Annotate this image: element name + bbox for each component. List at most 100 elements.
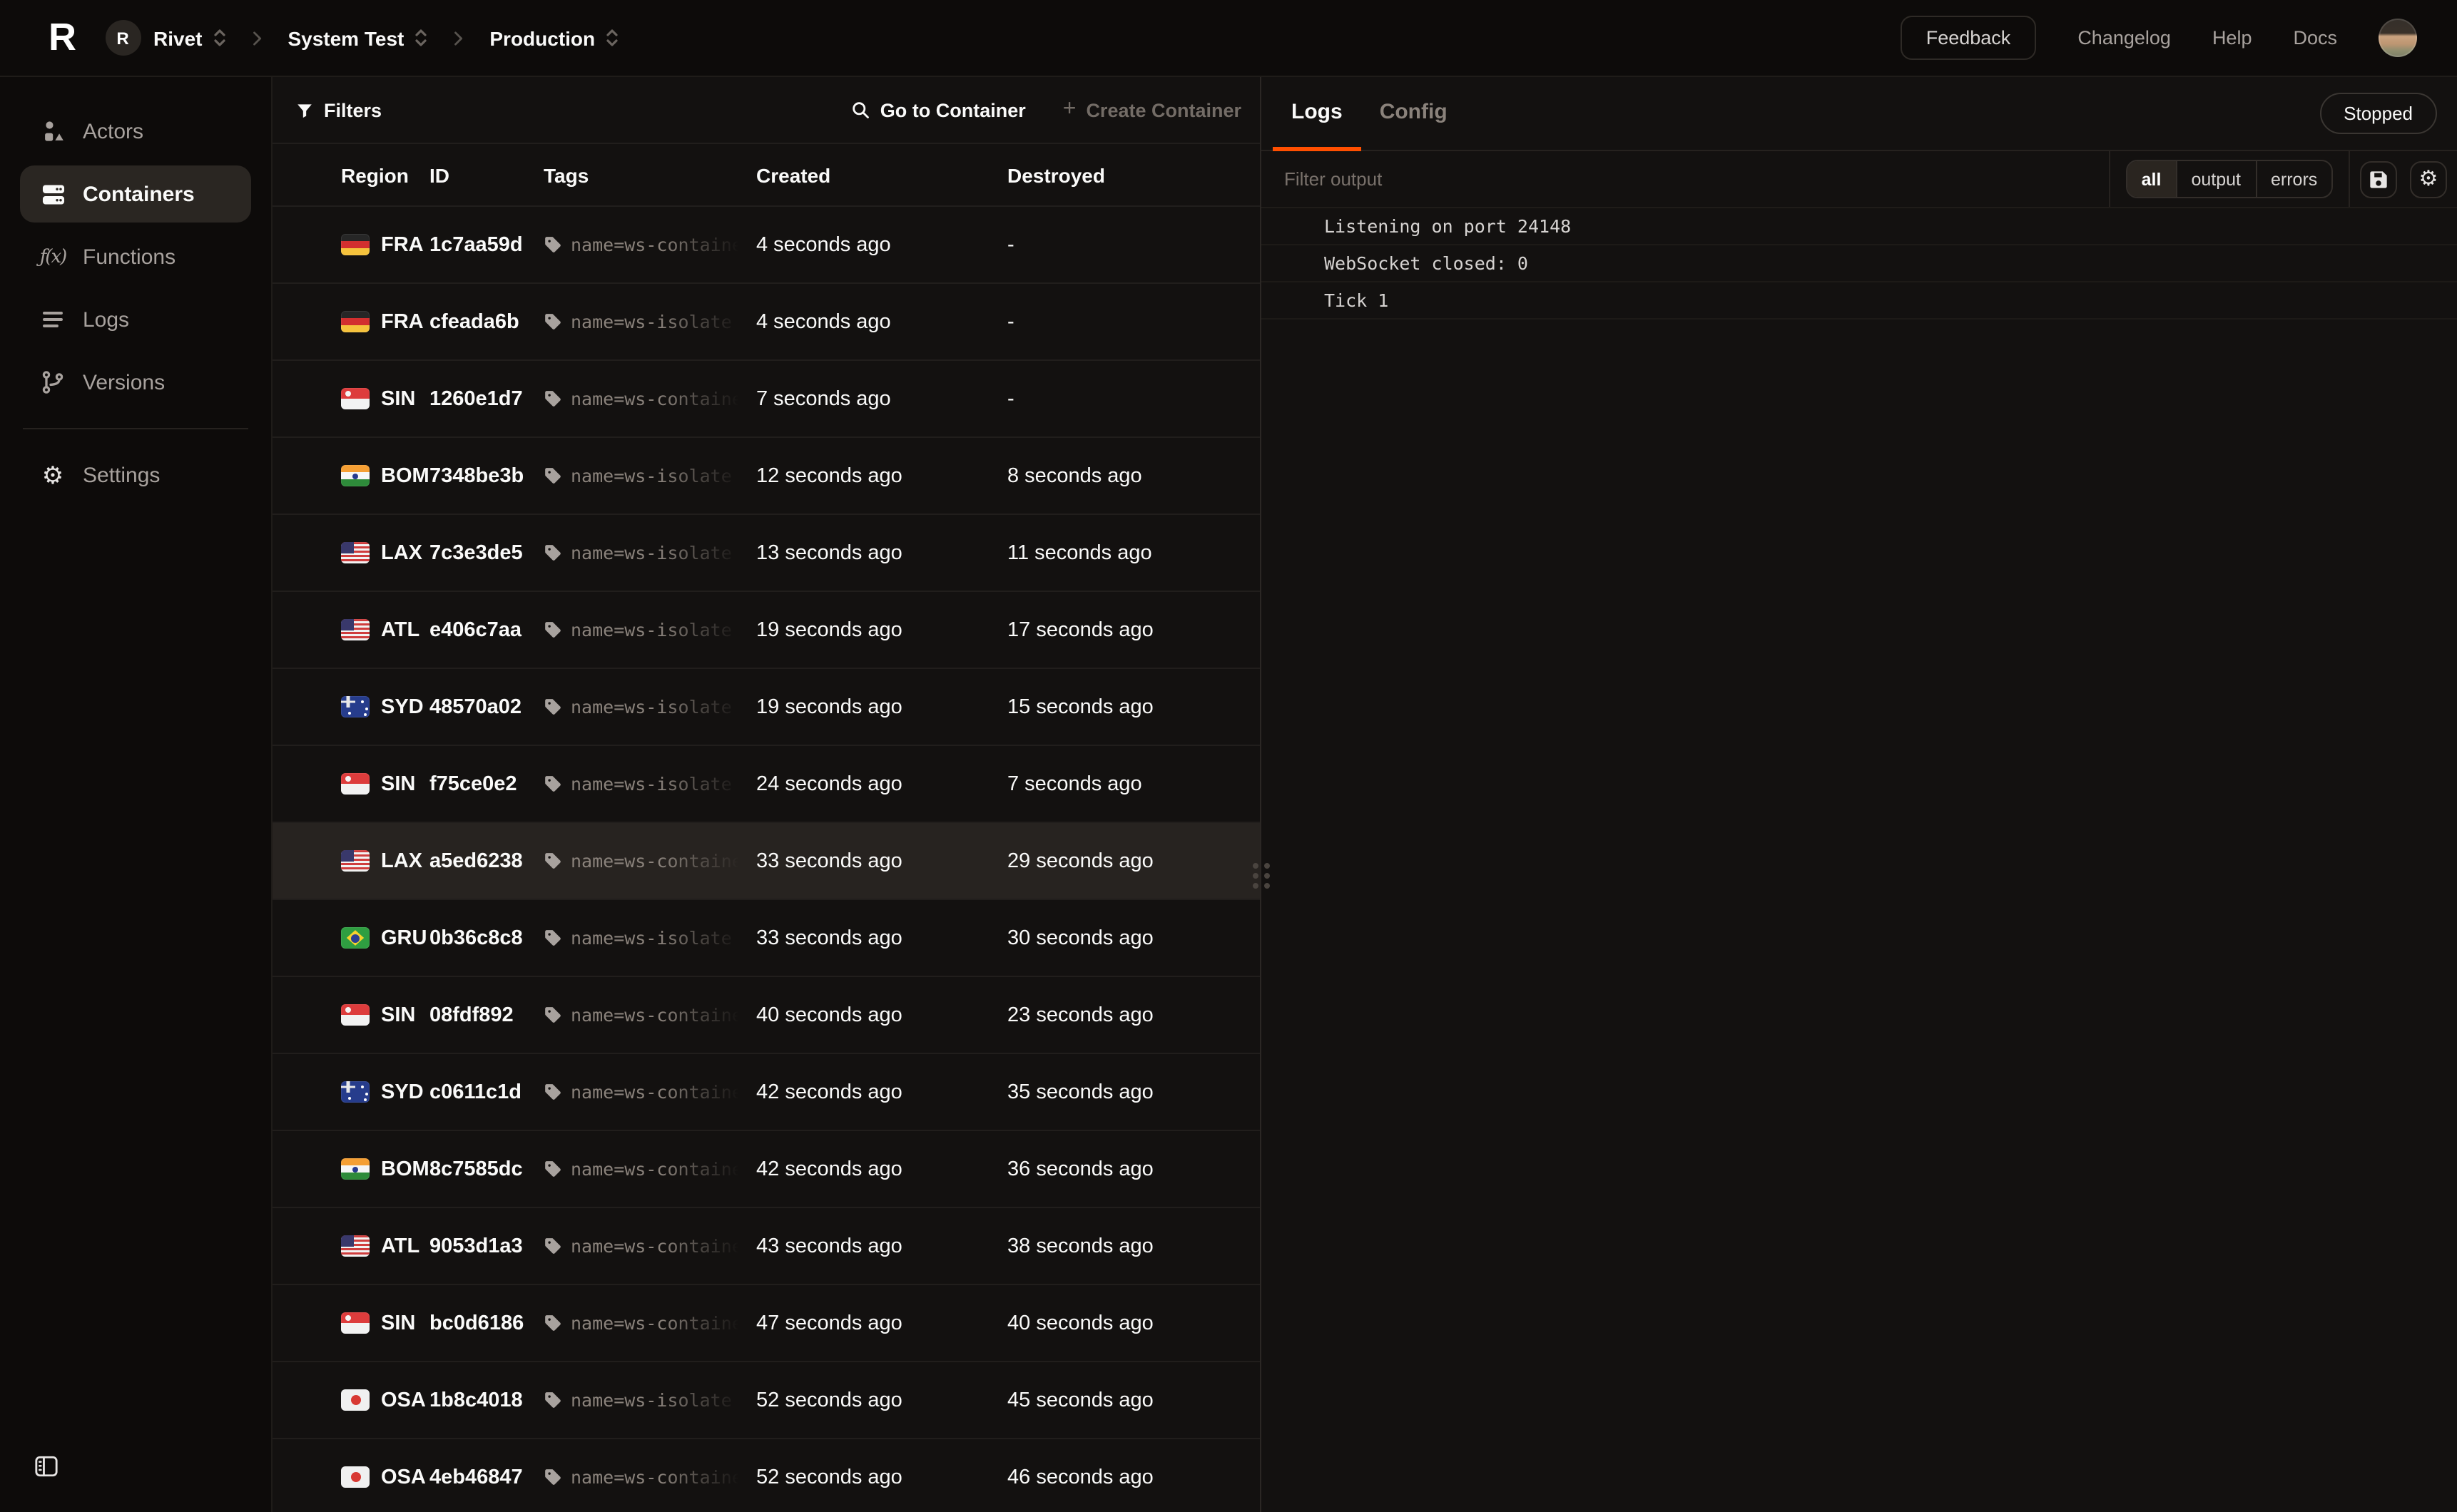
funnel-icon xyxy=(295,101,314,119)
changelog-link[interactable]: Changelog xyxy=(2077,27,2171,48)
go-to-container-button[interactable]: Go to Container xyxy=(850,99,1026,121)
table-row[interactable]: OSA 1b8c4018 name=ws-isolate 52 seconds … xyxy=(273,1362,1260,1439)
tab-logs[interactable]: Logs xyxy=(1273,77,1361,151)
container-id: e406c7aa xyxy=(429,618,544,641)
docs-link[interactable]: Docs xyxy=(2293,27,2337,48)
breadcrumb-project[interactable]: Rivet xyxy=(153,26,202,49)
region-flag-icon xyxy=(341,1004,370,1026)
table-row[interactable]: SYD c0611c1d name=ws-container 42 second… xyxy=(273,1054,1260,1131)
chevron-updown-icon[interactable] xyxy=(212,27,226,48)
table-row[interactable]: SIN f75ce0e2 name=ws-isolate 24 seconds … xyxy=(273,746,1260,823)
created-time: 33 seconds ago xyxy=(756,849,1007,872)
table-row[interactable]: OSA 4eb46847 name=ws-container 52 second… xyxy=(273,1439,1260,1512)
log-filter-all[interactable]: all xyxy=(2127,161,2176,197)
filter-output-input[interactable] xyxy=(1284,168,2109,190)
created-time: 13 seconds ago xyxy=(756,541,1007,564)
tag-icon xyxy=(544,1006,562,1024)
table-row[interactable]: LAX 7c3e3de5 name=ws-isolate 13 seconds … xyxy=(273,515,1260,592)
container-id: cfeada6b xyxy=(429,310,544,333)
sidebar-item-label: Containers xyxy=(83,182,195,206)
created-time: 42 seconds ago xyxy=(756,1081,1007,1103)
server-icon xyxy=(39,180,67,208)
region-flag-icon xyxy=(341,1312,370,1334)
table-row[interactable]: BOM 8c7585dc name=ws-container 42 second… xyxy=(273,1131,1260,1208)
tag-icon xyxy=(544,466,562,485)
save-logs-button[interactable] xyxy=(2360,160,2397,198)
table-row[interactable]: BOM 7348be3b name=ws-isolate 12 seconds … xyxy=(273,438,1260,515)
sidebar-item-versions[interactable]: Versions xyxy=(20,354,251,411)
destroyed-time: 45 seconds ago xyxy=(1007,1389,1260,1411)
region-flag-icon xyxy=(341,850,370,872)
region-flag-icon xyxy=(341,1081,370,1103)
sidebar-item-containers[interactable]: Containers xyxy=(20,165,251,223)
tag-icon xyxy=(544,1391,562,1409)
log-line: Listening on port 24148 xyxy=(1261,208,2457,245)
table-row[interactable]: GRU 0b36c8c8 name=ws-isolate 33 seconds … xyxy=(273,900,1260,977)
region-flag-icon xyxy=(341,696,370,717)
log-filter-bar: all output errors ⚙ xyxy=(1261,151,2457,208)
log-filter-output[interactable]: output xyxy=(2175,161,2255,197)
feedback-button[interactable]: Feedback xyxy=(1901,16,2037,60)
container-id: 7348be3b xyxy=(429,464,544,487)
destroyed-time: 8 seconds ago xyxy=(1007,464,1260,487)
container-tags: name=ws-container xyxy=(544,234,756,255)
table-row[interactable]: SIN bc0d6186 name=ws-container 47 second… xyxy=(273,1285,1260,1362)
chevron-updown-icon[interactable] xyxy=(414,27,428,48)
tag-icon xyxy=(544,312,562,331)
user-avatar[interactable] xyxy=(2379,19,2417,57)
chevron-updown-icon[interactable] xyxy=(605,27,619,48)
sidebar-item-label: Settings xyxy=(83,463,160,487)
log-settings-button[interactable]: ⚙ xyxy=(2410,160,2447,198)
rivet-logo[interactable]: R xyxy=(49,19,73,57)
destroyed-time: 35 seconds ago xyxy=(1007,1081,1260,1103)
region-code: SYD xyxy=(381,695,424,718)
container-id: 0b36c8c8 xyxy=(429,926,544,949)
breadcrumb-environment[interactable]: System Test xyxy=(288,26,404,49)
column-header-region: Region xyxy=(341,163,429,186)
region-code: BOM xyxy=(381,1158,429,1180)
table-row[interactable]: FRA cfeada6b name=ws-isolate 4 seconds a… xyxy=(273,284,1260,361)
sidebar-item-settings[interactable]: ⚙ Settings xyxy=(20,446,251,504)
sidebar: Actors Containers ƒ(x) Functions Logs xyxy=(0,77,271,1512)
sidebar-item-label: Actors xyxy=(83,119,143,143)
destroyed-time: - xyxy=(1007,233,1260,256)
region-code: OSA xyxy=(381,1466,426,1488)
created-time: 52 seconds ago xyxy=(756,1389,1007,1411)
table-row[interactable]: SIN 1260e1d7 name=ws-container 7 seconds… xyxy=(273,361,1260,438)
containers-toolbar: Filters Go to Container + Create Contain… xyxy=(273,77,1260,143)
column-header-destroyed: Destroyed xyxy=(1007,163,1260,186)
tag-icon xyxy=(544,1083,562,1101)
container-tags: name=ws-container xyxy=(544,1235,756,1257)
container-tags: name=ws-isolate xyxy=(544,311,756,332)
table-row[interactable]: LAX a5ed6238 name=ws-container 33 second… xyxy=(273,823,1260,900)
filters-button[interactable]: Filters xyxy=(295,99,382,121)
help-link[interactable]: Help xyxy=(2212,27,2252,48)
region-flag-icon xyxy=(341,1389,370,1411)
table-row[interactable]: SYD 48570a02 name=ws-isolate 19 seconds … xyxy=(273,669,1260,746)
table-row[interactable]: ATL 9053d1a3 name=ws-container 43 second… xyxy=(273,1208,1260,1285)
region-flag-icon xyxy=(341,619,370,640)
region-code: OSA xyxy=(381,1389,426,1411)
log-filter-errors[interactable]: errors xyxy=(2255,161,2331,197)
log-output: Listening on port 24148WebSocket closed:… xyxy=(1261,208,2457,1512)
breadcrumb-namespace[interactable]: Production xyxy=(489,26,595,49)
tab-config[interactable]: Config xyxy=(1361,77,1466,151)
panel-resize-handle[interactable] xyxy=(1253,863,1270,889)
create-container-button[interactable]: + Create Container xyxy=(1063,98,1241,121)
top-bar: R R Rivet System Test Production Feedbac xyxy=(0,0,2457,77)
container-id: 1260e1d7 xyxy=(429,387,544,410)
collapse-sidebar-icon[interactable] xyxy=(34,1455,58,1478)
table-row[interactable]: ATL e406c7aa name=ws-isolate 19 seconds … xyxy=(273,592,1260,669)
table-row[interactable]: SIN 08fdf892 name=ws-container 40 second… xyxy=(273,977,1260,1054)
tag-icon xyxy=(544,929,562,947)
tag-icon xyxy=(544,389,562,408)
status-badge: Stopped xyxy=(2319,93,2437,134)
container-tags: name=ws-container xyxy=(544,1466,756,1488)
table-row[interactable]: FRA 1c7aa59d name=ws-container 4 seconds… xyxy=(273,207,1260,284)
sidebar-item-actors[interactable]: Actors xyxy=(20,103,251,160)
destroyed-time: 7 seconds ago xyxy=(1007,772,1260,795)
sidebar-item-logs[interactable]: Logs xyxy=(20,291,251,348)
logs-panel: Logs Config Stopped all output errors xyxy=(1261,77,2457,1512)
region-flag-icon xyxy=(341,1235,370,1257)
sidebar-item-functions[interactable]: ƒ(x) Functions xyxy=(20,228,251,285)
